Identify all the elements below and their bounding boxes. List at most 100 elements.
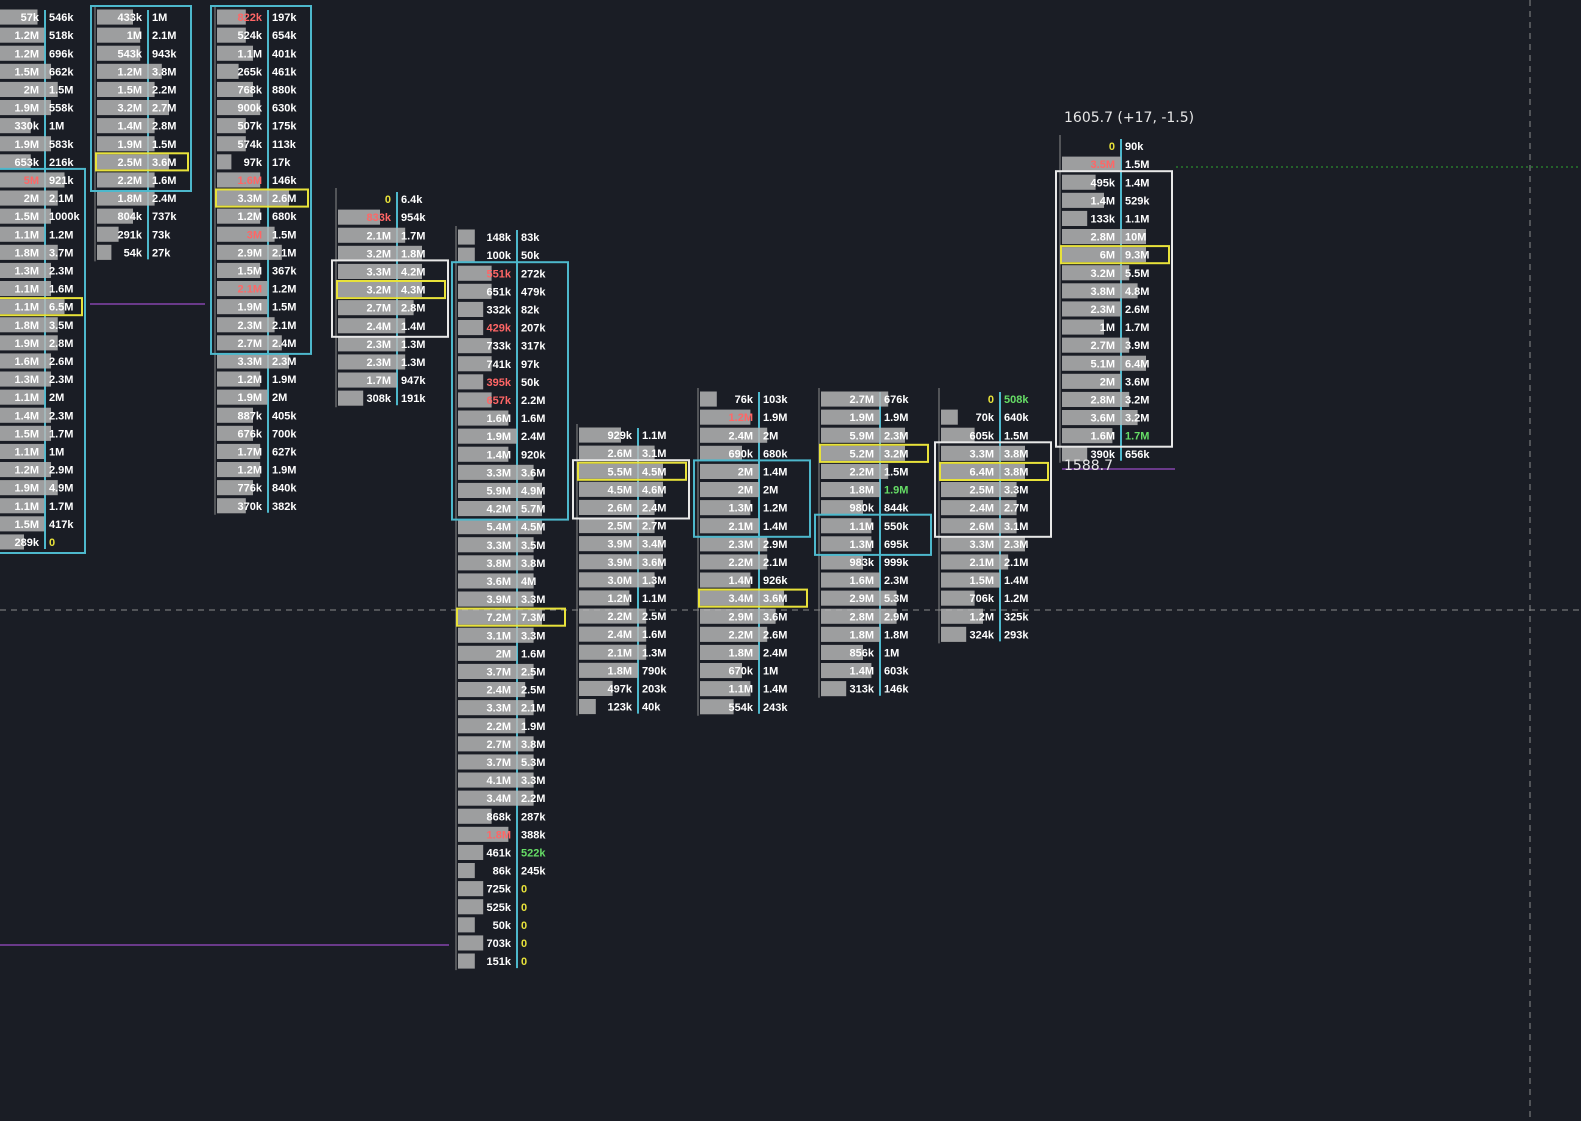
bid-volume-label: 2.8M [850, 611, 874, 623]
bid-volume-label: 980k [850, 503, 875, 515]
ask-volume-label: 3.3M [521, 630, 545, 642]
footprint-chart-canvas[interactable]: 57k 546k 1.2M 518k 1.2M 696k 1.5M 662k 2M 1.5M 1.9… [0, 0, 1581, 1121]
bid-volume-label: 1.6M [1091, 431, 1115, 443]
ask-volume-label: 1.9M [763, 412, 787, 424]
footprint-column: 0 6.4k 833k 954k 2.1M 1.7M 3.2M 1.8M 3.3M 4.2M 3.2… [335, 188, 446, 408]
ask-volume-label: 216k [49, 157, 74, 169]
ask-volume-label: 2.4M [272, 338, 296, 350]
volume-bar [458, 953, 475, 969]
ask-volume-label: 6.4M [1125, 358, 1149, 370]
ask-volume-label: 1.3M [401, 339, 425, 351]
bid-volume-label: 2.1M [608, 647, 632, 659]
ask-volume-label: 2.5M [521, 667, 545, 679]
bid-volume-label: 2.6M [608, 503, 632, 515]
ask-volume-label: 0 [521, 884, 527, 896]
bid-volume-label: 395k [487, 377, 512, 389]
bid-volume-label: 1.9M [15, 483, 39, 495]
ask-volume-label: 1.5M [49, 85, 73, 97]
ask-volume-label: 382k [272, 501, 297, 513]
ask-volume-label: 700k [272, 428, 297, 440]
bid-volume-label: 524k [238, 30, 263, 42]
footprint-column: 148k 83k 100k 50k 551k 272k 651k 479k 332k 82k 429… [455, 226, 566, 971]
bid-volume-label: 1.2M [608, 593, 632, 605]
footprint-column: 2.7M 676k 1.9M 1.9M 5.9M 2.3M 5.2M 3.2M 2.2M 1.5M… [818, 388, 929, 698]
bid-volume-label: 2.3M [1091, 304, 1115, 316]
ask-volume-label: 1.6M [521, 413, 545, 425]
ask-volume-label: 0 [521, 902, 527, 914]
ask-volume-label: 3.8M [152, 66, 176, 78]
bid-volume-label: 1.2M [118, 66, 142, 78]
ask-volume-label: 113k [272, 139, 297, 151]
ask-volume-label: 4M [521, 576, 536, 588]
bid-volume-label: 2.3M [367, 339, 391, 351]
ask-volume-label: 5.3M [884, 593, 908, 605]
volume-bar [941, 626, 967, 642]
bid-volume-label: 50k [493, 920, 512, 932]
bid-volume-label: 4.2M [487, 504, 511, 516]
bid-volume-label: 3.3M [970, 539, 994, 551]
ask-volume-label: 3.8M [521, 739, 545, 751]
ask-volume-label: 3.9M [1125, 340, 1149, 352]
footprint-chart[interactable]: 57k 546k 1.2M 518k 1.2M 696k 1.5M 662k 2M 1.5M 1.9… [0, 0, 1581, 1121]
bid-volume-label: 983k [850, 557, 875, 569]
ask-volume-label: 0 [521, 920, 527, 932]
ask-volume-label: 2M [763, 430, 778, 442]
volume-bar [1062, 210, 1088, 226]
ask-volume-label: 2.6M [49, 356, 73, 368]
bid-volume-label: 3.4M [729, 593, 753, 605]
ask-volume-label: 6.5M [49, 302, 73, 314]
ask-volume-label: 2.3M [49, 374, 73, 386]
ask-volume-label: 2.1M [152, 30, 176, 42]
bid-volume-label: 929k [608, 430, 633, 442]
bid-volume-label: 2.7M [367, 303, 391, 315]
ask-volume-label: 3.1M [642, 448, 666, 460]
ask-volume-label: 583k [49, 139, 74, 151]
ask-volume-label: 3.3M [521, 594, 545, 606]
ask-volume-label: 1.2M [763, 503, 787, 515]
ask-volume-label: 662k [49, 66, 74, 78]
bid-volume-label: 2.8M [1091, 232, 1115, 244]
bid-volume-label: 2.9M [850, 593, 874, 605]
ask-volume-label: 50k [521, 250, 540, 262]
bid-volume-label: 733k [487, 341, 512, 353]
bid-volume-label: 676k [238, 428, 263, 440]
bid-volume-label: 2.2M [729, 557, 753, 569]
ask-volume-label: 2.1M [763, 557, 787, 569]
ask-volume-label: 4.6M [642, 484, 666, 496]
ask-volume-label: 388k [521, 829, 546, 841]
bid-volume-label: 1.9M [15, 103, 39, 115]
ask-volume-label: 7.3M [521, 612, 545, 624]
bid-volume-label: 3.2M [367, 285, 391, 297]
bid-volume-label: 3.1M [487, 630, 511, 642]
ask-volume-label: 479k [521, 286, 546, 298]
ask-volume-label: 5.7M [521, 504, 545, 516]
bid-volume-label: 6M [1100, 250, 1115, 262]
volume-bar [458, 844, 484, 860]
ask-volume-label: 83k [521, 232, 540, 244]
ask-volume-label: 6.4k [401, 194, 423, 206]
bid-volume-label: 1.9M [850, 412, 874, 424]
bid-volume-label: 543k [118, 48, 143, 60]
ask-volume-label: 4.5M [521, 522, 545, 534]
ask-volume-label: 954k [401, 212, 426, 224]
ask-volume-label: 1.9M [884, 485, 908, 497]
bid-volume-label: 0 [1109, 141, 1115, 153]
bid-volume-label: 76k [735, 394, 754, 406]
ask-volume-label: 3.8M [521, 558, 545, 570]
bid-volume-label: 332k [487, 305, 512, 317]
bid-volume-label: 3.9M [608, 539, 632, 551]
volume-bar [458, 229, 475, 245]
bid-volume-label: 1.9M [487, 431, 511, 443]
ask-volume-label: 4.5M [642, 466, 666, 478]
bid-volume-label: 497k [608, 684, 633, 696]
bid-volume-label: 2.3M [367, 357, 391, 369]
bid-volume-label: 495k [1091, 177, 1116, 189]
ask-volume-label: 4.2M [401, 267, 425, 279]
ask-volume-label: 790k [642, 665, 667, 677]
ask-volume-label: 1.4M [763, 521, 787, 533]
footprint-column: 929k 1.1M 2.6M 3.1M 5.5M 4.5M 4.5M 4.6M 2.6M 2.4M… [576, 424, 687, 716]
bid-volume-label: 2.2M [850, 467, 874, 479]
bid-volume-label: 887k [238, 410, 263, 422]
bid-volume-label: 1.3M [15, 266, 39, 278]
bid-volume-label: 54k [124, 247, 143, 259]
